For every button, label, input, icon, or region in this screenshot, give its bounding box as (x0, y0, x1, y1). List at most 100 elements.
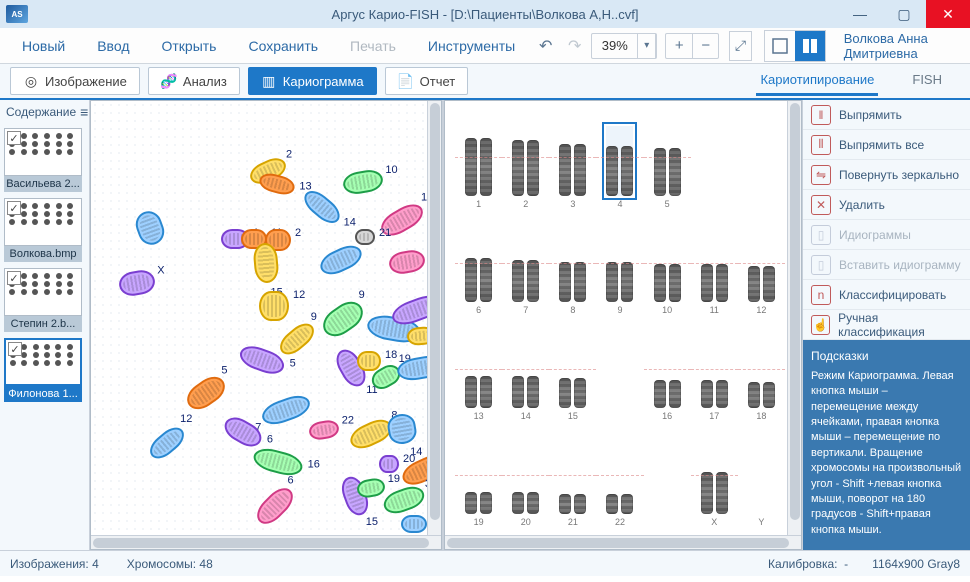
thumbnail-item[interactable]: ✓Васильева 2... (4, 128, 82, 192)
karyogram-cell[interactable]: 21 (551, 427, 594, 527)
tool-button[interactable]: ✕Удалить (803, 190, 970, 220)
hscrollbar-left[interactable] (91, 535, 441, 549)
close-button[interactable]: ✕ (926, 0, 970, 28)
chromosome[interactable]: 5 (182, 371, 230, 415)
maximize-button[interactable]: ▢ (882, 0, 926, 28)
layout-single-button[interactable] (765, 31, 795, 61)
chromosome-label: X (157, 265, 164, 277)
thumbnail-item[interactable]: ✓Степин 2.b... (4, 268, 82, 332)
chromosome[interactable]: 21 (355, 229, 375, 245)
image-canvas[interactable]: 21310141311121517421X1291187895111819317… (91, 101, 441, 535)
karyogram-cell-label: 19 (474, 517, 484, 527)
chromosome[interactable] (132, 208, 168, 249)
tool-button[interactable]: nКлассифицировать (803, 280, 970, 310)
karyogram-cell[interactable]: 12 (740, 215, 783, 315)
karyogram-cell[interactable]: 5 (646, 109, 689, 209)
tool-label: Выпрямить (839, 108, 902, 122)
chromosome[interactable]: 12 (145, 422, 188, 463)
menu-tools[interactable]: Инструменты (414, 34, 529, 58)
chromosome[interactable]: 20 (379, 455, 399, 473)
vscrollbar-right[interactable] (787, 101, 801, 535)
chromosome[interactable]: 6 (252, 483, 299, 530)
tool-button: ▯Идиограммы (803, 220, 970, 250)
karyogram-cell-label: 12 (756, 305, 766, 315)
chromosome[interactable]: 14 (299, 186, 344, 228)
chromosome[interactable]: 9 (275, 318, 318, 359)
karyogram-cell[interactable]: Y (740, 427, 783, 527)
hamburger-icon[interactable]: ≡ (80, 104, 88, 120)
chromosome[interactable]: 19 (356, 477, 387, 500)
karyogram-cell[interactable] (646, 427, 689, 527)
karyogram-cell[interactable]: X (693, 427, 736, 527)
hscrollbar-right[interactable] (445, 535, 801, 549)
karyogram-cell[interactable]: 7 (504, 215, 547, 315)
chromosome[interactable]: 18 (357, 351, 381, 371)
karyogram-cell[interactable] (740, 109, 783, 209)
karyogram-cell[interactable]: 8 (551, 215, 594, 315)
zoom-in-button[interactable]: + (666, 34, 692, 58)
zoom-out-button[interactable]: − (692, 34, 718, 58)
zoom-dropdown[interactable]: ▾ (638, 34, 656, 58)
karyogram-cell[interactable]: 3 (551, 109, 594, 209)
chromosome[interactable]: 3 (381, 482, 428, 517)
vscrollbar-left[interactable] (427, 101, 441, 535)
karyogram-cell[interactable]: 4 (598, 109, 641, 209)
karyogram-cell[interactable]: 16 (646, 321, 689, 421)
sidetab-karyotyping[interactable]: Кариотипирование (756, 66, 878, 96)
karyogram-canvas[interactable]: 12345678910111213141516171819202122XY (445, 101, 801, 535)
tool-button[interactable]: ‖Выпрямить (803, 100, 970, 130)
menu-entry[interactable]: Ввод (83, 34, 143, 58)
karyogram-cell[interactable]: 10 (646, 215, 689, 315)
tool-button[interactable]: ⇋Повернуть зеркально (803, 160, 970, 190)
menu-save[interactable]: Сохранить (234, 34, 332, 58)
tool-button[interactable]: ☝Ручная классификация (803, 310, 970, 340)
karyogram-cell[interactable]: 14 (504, 321, 547, 421)
chromosome[interactable]: 10 (341, 168, 384, 197)
menu-open[interactable]: Открыть (147, 34, 230, 58)
chromosome[interactable]: 16 (251, 445, 305, 479)
chromosome[interactable]: 17 (316, 241, 365, 280)
tab-image[interactable]: ◎Изображение (10, 67, 140, 95)
chromosome[interactable]: 7 (259, 391, 314, 429)
karyogram-cell[interactable]: 22 (598, 427, 641, 527)
fit-button[interactable]: ⤢ (729, 31, 751, 61)
minimize-button[interactable]: — (838, 0, 882, 28)
chromosome[interactable]: 13 (257, 171, 296, 198)
karyogram-cell[interactable] (693, 109, 736, 209)
karyogram-cell-label: X (711, 517, 717, 527)
karyogram-cell[interactable]: 19 (457, 427, 500, 527)
layout-split-button[interactable] (795, 31, 825, 61)
thumbnail-item[interactable]: ✓Волкова.bmp (4, 198, 82, 262)
chromosome[interactable]: 4 (387, 248, 426, 276)
tab-analysis[interactable]: 🧬Анализ (148, 67, 240, 95)
karyogram-cell[interactable]: 20 (504, 427, 547, 527)
tool-button[interactable]: ⦀Выпрямить все (803, 130, 970, 160)
chromosome[interactable]: 6 (220, 412, 266, 451)
tool-icon: n (811, 285, 831, 305)
chromosome[interactable]: 9 (318, 296, 369, 343)
tab-karyogram[interactable]: ▥Кариограмма (248, 67, 377, 95)
chromosome[interactable]: 22 (308, 419, 341, 442)
karyogram-cell[interactable] (598, 321, 641, 421)
zoom-value[interactable]: 39% (592, 34, 638, 58)
karyogram-cell[interactable]: 15 (551, 321, 594, 421)
chromosome[interactable]: 14 (386, 412, 419, 446)
karyogram-cell[interactable]: 1 (457, 109, 500, 209)
karyogram-cell[interactable]: 6 (457, 215, 500, 315)
sidetab-fish[interactable]: FISH (908, 66, 946, 96)
karyogram-cell-label: 18 (756, 411, 766, 421)
chromosome[interactable]: X (117, 268, 157, 298)
menu-new[interactable]: Новый (8, 34, 79, 58)
karyogram-cell[interactable]: 17 (693, 321, 736, 421)
karyogram-cell[interactable]: 13 (457, 321, 500, 421)
chromosome[interactable]: 12 (259, 291, 289, 321)
thumbnail-item[interactable]: ✓Филонова 1... (4, 338, 82, 402)
karyogram-cell[interactable]: 11 (693, 215, 736, 315)
undo-button[interactable]: ↶ (536, 33, 555, 59)
tab-report[interactable]: 📄Отчет (385, 67, 469, 95)
chromosome[interactable]: X (401, 515, 427, 533)
karyogram-cell[interactable]: 2 (504, 109, 547, 209)
karyogram-cell[interactable]: 9 (598, 215, 641, 315)
karyogram-cell-label: 3 (570, 199, 575, 209)
karyogram-cell[interactable]: 18 (740, 321, 783, 421)
